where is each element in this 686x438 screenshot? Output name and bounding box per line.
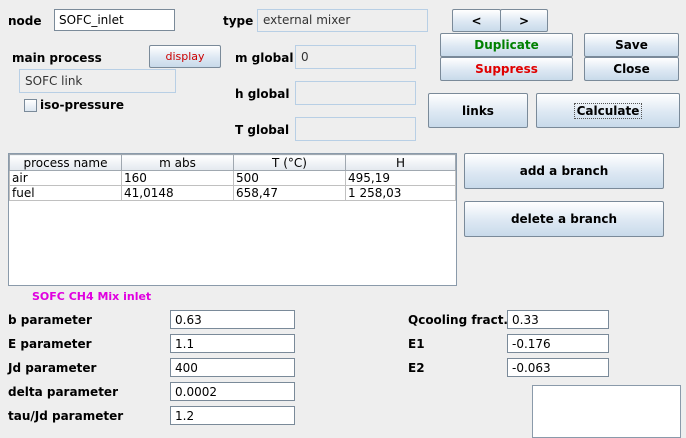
main-process-label: main process	[12, 51, 102, 65]
jd-parameter-input[interactable]: 400	[170, 358, 295, 377]
column-header-h[interactable]: H	[345, 154, 456, 171]
main-process-field: SOFC link	[19, 69, 176, 93]
e-parameter-input[interactable]: 1.1	[170, 334, 295, 353]
delta-parameter-input[interactable]: 0.0002	[170, 382, 295, 401]
column-header-m-abs[interactable]: m abs	[121, 154, 234, 171]
m-global-label: m global	[235, 51, 294, 65]
close-button[interactable]: Close	[584, 57, 679, 81]
duplicate-button[interactable]: Duplicate	[440, 33, 573, 57]
t-global-field	[295, 117, 416, 141]
table-cell[interactable]: 41,0148	[121, 185, 234, 201]
table-cell[interactable]: 495,19	[345, 170, 456, 186]
qcooling-fraction-label: Qcooling fract.	[408, 313, 508, 327]
table-cell[interactable]: 500	[233, 170, 346, 186]
suppress-button[interactable]: Suppress	[440, 57, 573, 81]
node-name-input[interactable]: SOFC_inlet	[54, 9, 175, 31]
b-parameter-label: b parameter	[8, 313, 92, 327]
tau-jd-parameter-input[interactable]: 1.2	[170, 406, 295, 425]
column-header-temperature[interactable]: T (°C)	[233, 154, 346, 171]
jd-parameter-label: Jd parameter	[8, 361, 97, 375]
e2-input[interactable]: -0.063	[507, 358, 609, 377]
t-global-label: T global	[235, 123, 290, 137]
previous-button[interactable]: <	[452, 9, 501, 32]
suppress-button-label: Suppress	[475, 62, 538, 76]
e1-label: E1	[408, 337, 425, 351]
iso-pressure-checkbox[interactable]	[24, 99, 37, 112]
display-button-label: display	[165, 50, 205, 63]
duplicate-button-label: Duplicate	[474, 38, 539, 52]
table-cell[interactable]: air	[9, 170, 122, 186]
node-label: node	[8, 14, 42, 28]
delete-branch-button[interactable]: delete a branch	[464, 201, 664, 237]
table-row[interactable]: air 160 500 495,19	[9, 170, 456, 186]
table-cell[interactable]: 160	[121, 170, 234, 186]
table-cell[interactable]: 658,47	[233, 185, 346, 201]
branch-table[interactable]: process name m abs T (°C) H air 160 500 …	[8, 153, 457, 286]
delta-parameter-label: delta parameter	[8, 385, 118, 399]
table-cell[interactable]: fuel	[9, 185, 122, 201]
display-button[interactable]: display	[149, 45, 221, 68]
h-global-field	[295, 81, 416, 105]
h-global-label: h global	[235, 87, 290, 101]
section-title: SOFC CH4 Mix inlet	[32, 290, 152, 303]
add-branch-button[interactable]: add a branch	[464, 153, 664, 189]
table-header-row: process name m abs T (°C) H	[9, 154, 456, 171]
calculate-button-label: Calculate	[573, 102, 643, 119]
e2-label: E2	[408, 361, 425, 375]
e-parameter-label: E parameter	[8, 337, 92, 351]
column-header-process-name[interactable]: process name	[9, 154, 122, 171]
next-button[interactable]: >	[500, 9, 548, 32]
type-label: type	[223, 14, 254, 28]
tau-jd-parameter-label: tau/Jd parameter	[8, 409, 124, 423]
e1-input[interactable]: -0.176	[507, 334, 609, 353]
b-parameter-input[interactable]: 0.63	[170, 310, 295, 329]
table-row[interactable]: fuel 41,0148 658,47 1 258,03	[9, 185, 456, 201]
links-button[interactable]: links	[428, 93, 528, 128]
table-cell[interactable]: 1 258,03	[345, 185, 456, 201]
type-field: external mixer	[257, 9, 428, 32]
save-button[interactable]: Save	[584, 33, 679, 57]
iso-pressure-label: iso-pressure	[40, 98, 125, 112]
calculate-button[interactable]: Calculate	[536, 93, 680, 128]
qcooling-fraction-input[interactable]: 0.33	[507, 310, 609, 329]
notes-textarea[interactable]	[532, 385, 681, 438]
m-global-field: 0	[295, 45, 416, 69]
